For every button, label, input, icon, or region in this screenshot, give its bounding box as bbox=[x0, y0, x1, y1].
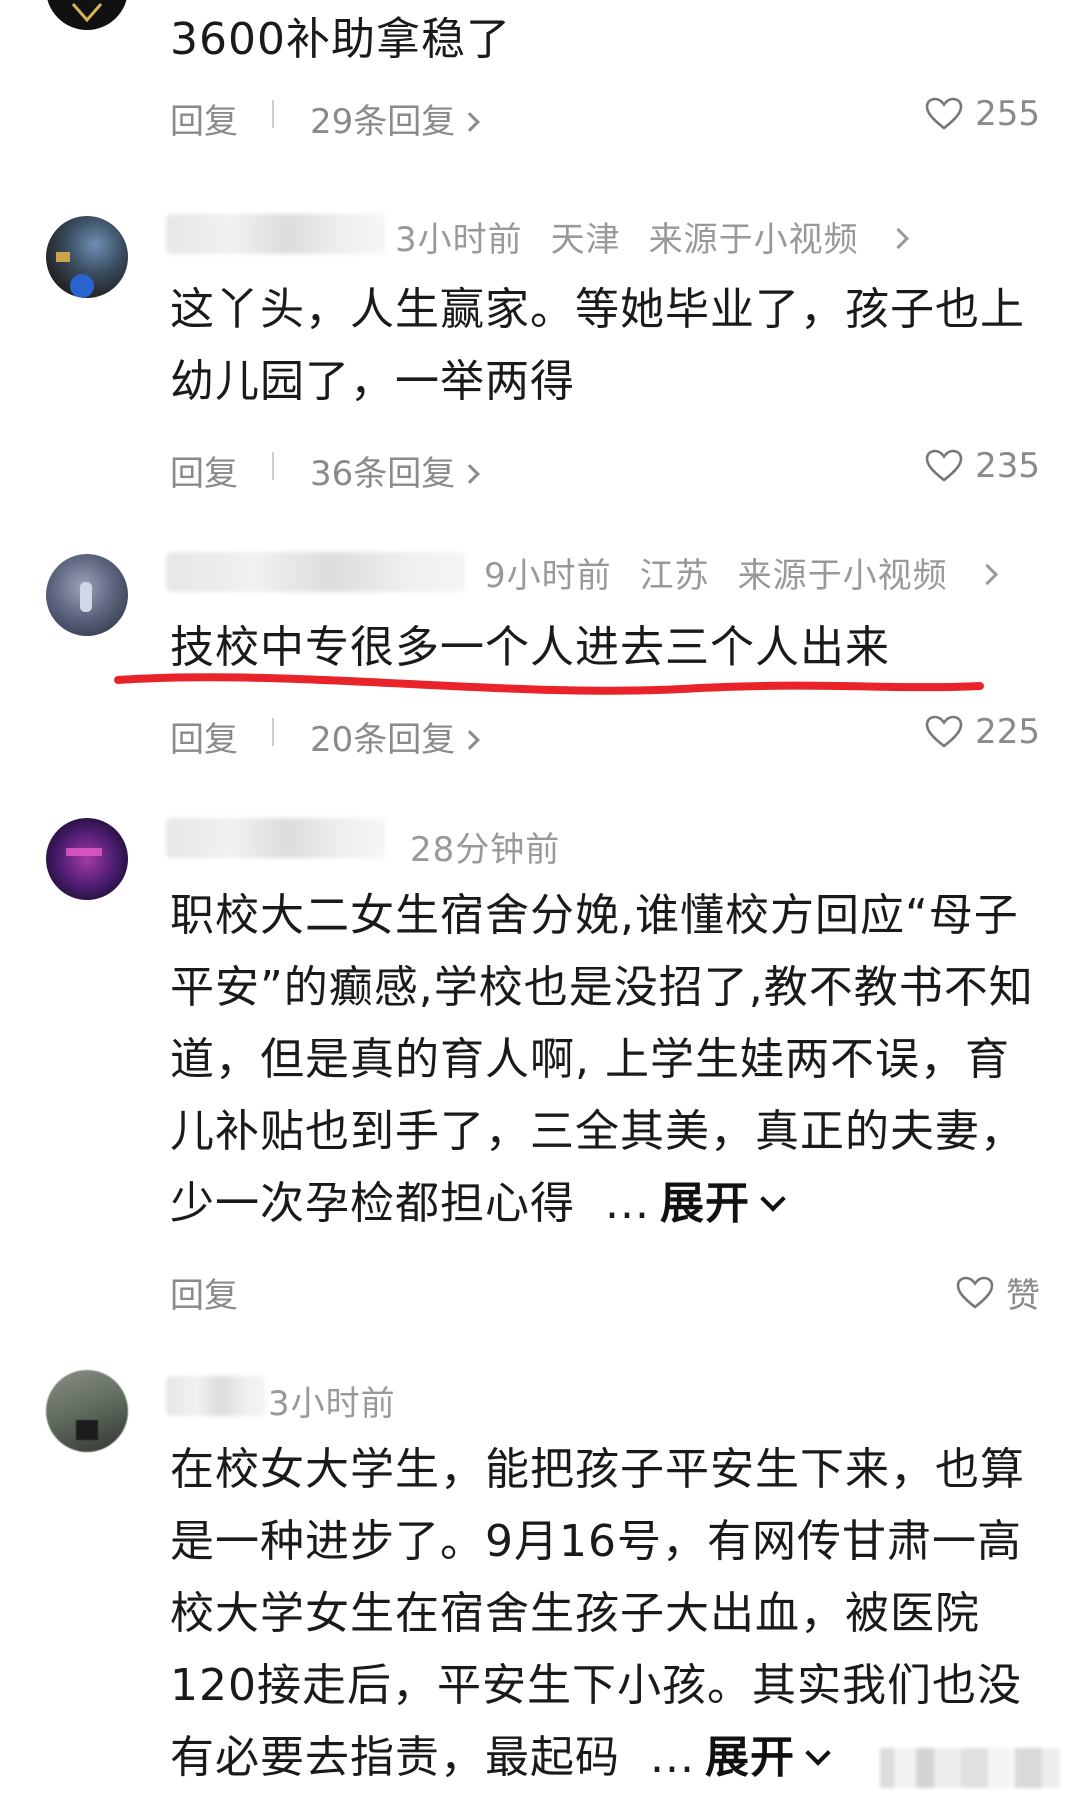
comment-meta: 28分钟前 bbox=[410, 822, 588, 871]
comment-actions: 回复 20条回复 225 bbox=[170, 712, 1040, 760]
reply-button[interactable]: 回复 bbox=[170, 712, 238, 761]
view-replies-link[interactable]: 20条回复 bbox=[310, 712, 481, 761]
expand-button[interactable]: 展开 bbox=[659, 1178, 786, 1229]
chevron-down-icon bbox=[805, 1740, 831, 1766]
comment-text: 在校女大学生，能把孩子平安生下来，也算是一种进步了。9月16号，有网传甘肃一高校… bbox=[170, 1434, 1040, 1800]
ellipsis: ... bbox=[605, 1178, 650, 1229]
like-label: 赞 bbox=[1006, 1276, 1040, 1316]
heart-icon bbox=[925, 715, 963, 748]
reply-button[interactable]: 回复 bbox=[170, 1268, 238, 1317]
expand-label: 展开 bbox=[659, 1178, 750, 1229]
username-blurred bbox=[166, 1376, 266, 1416]
like-count: 225 bbox=[975, 712, 1040, 752]
reply-count: 20条回复 bbox=[310, 720, 456, 760]
comment-time: 3小时前 bbox=[268, 1384, 396, 1424]
comment-text-content: 在校女大学生，能把孩子平安生下来，也算是一种进步了。9月16号，有网传甘肃一高校… bbox=[170, 1444, 1025, 1783]
expand-button[interactable]: 展开 bbox=[704, 1732, 831, 1783]
avatar-image-icon bbox=[66, 848, 102, 856]
comment-text-content: 职校大二女生宿舍分娩,谁懂校方回应“母子平安”的癫感,学校也是没招了,教不教书不… bbox=[170, 890, 1034, 1229]
divider bbox=[272, 718, 274, 746]
comment-actions: 回复 赞 bbox=[170, 1268, 1040, 1316]
avatar[interactable] bbox=[46, 1370, 128, 1452]
watermark-blur bbox=[880, 1748, 1060, 1788]
heart-icon bbox=[956, 1276, 994, 1309]
chevron-down-icon bbox=[760, 1186, 786, 1212]
avatar-image-icon bbox=[76, 1420, 98, 1440]
expand-label: 展开 bbox=[704, 1732, 795, 1783]
ellipsis: ... bbox=[650, 1732, 695, 1783]
comment-text: 职校大二女生宿舍分娩,谁懂校方回应“母子平安”的癫感,学校也是没招了,教不教书不… bbox=[170, 880, 1040, 1240]
like-button[interactable]: 225 bbox=[925, 712, 1040, 752]
chevron-right-icon bbox=[460, 730, 481, 750]
avatar[interactable] bbox=[46, 818, 128, 900]
comment-meta: 3小时前 bbox=[268, 1376, 424, 1425]
red-underline-annotation bbox=[114, 673, 984, 695]
username-blurred bbox=[166, 818, 386, 858]
comment-time: 28分钟前 bbox=[410, 830, 561, 870]
like-button[interactable]: 赞 bbox=[956, 1268, 1040, 1317]
